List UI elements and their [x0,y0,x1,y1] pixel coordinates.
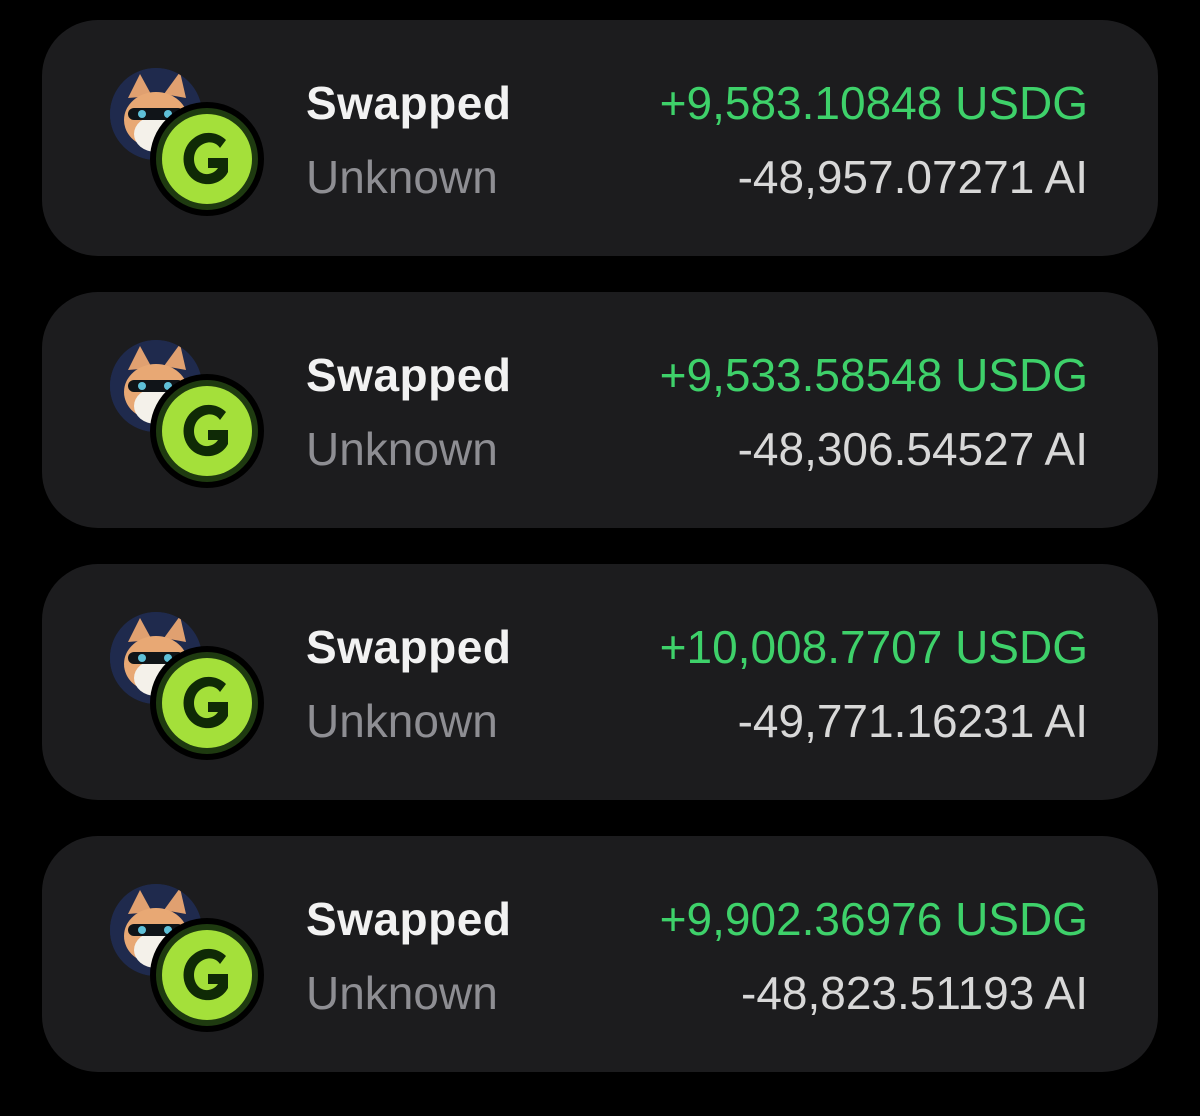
token-pair-icons [110,68,270,216]
transaction-counterparty: Unknown [306,695,498,747]
usdg-coin-icon [150,374,264,488]
transaction-row[interactable]: Swapped Unknown +9,533.58548 USDG -48,30… [42,292,1158,528]
amount-sent: -48,823.51193 AI [741,967,1088,1019]
amount-sent: -48,957.07271 AI [737,151,1088,203]
transaction-type: Swapped [306,893,512,945]
token-pair-icons [110,340,270,488]
transaction-type: Swapped [306,621,512,673]
amount-sent: -49,771.16231 AI [737,695,1088,747]
transaction-type: Swapped [306,349,512,401]
amount-received: +9,583.10848 USDG [659,77,1088,129]
transaction-counterparty: Unknown [306,423,498,475]
usdg-coin-icon [150,102,264,216]
token-pair-icons [110,884,270,1032]
transaction-list: Swapped Unknown +9,583.10848 USDG -48,95… [42,20,1158,1108]
transaction-row[interactable]: Swapped Unknown +9,902.36976 USDG -48,82… [42,836,1158,1072]
amount-sent: -48,306.54527 AI [737,423,1088,475]
amount-received: +9,902.36976 USDG [659,893,1088,945]
transaction-type: Swapped [306,77,512,129]
transaction-row[interactable]: Swapped Unknown +9,583.10848 USDG -48,95… [42,20,1158,256]
token-pair-icons [110,612,270,760]
usdg-coin-icon [150,646,264,760]
amount-received: +10,008.7707 USDG [659,621,1088,673]
transaction-row[interactable]: Swapped Unknown +10,008.7707 USDG -49,77… [42,564,1158,800]
usdg-coin-icon [150,918,264,1032]
amount-received: +9,533.58548 USDG [659,349,1088,401]
transaction-counterparty: Unknown [306,967,498,1019]
transaction-counterparty: Unknown [306,151,498,203]
